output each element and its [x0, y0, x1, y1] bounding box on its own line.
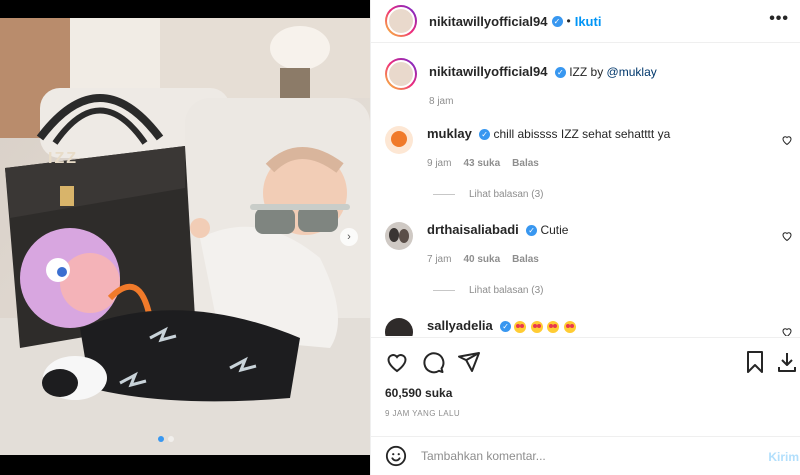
- view-replies-button[interactable]: Lihat balasan (3): [433, 285, 544, 296]
- separator-dot: •: [566, 14, 571, 28]
- emoji-reactions: [514, 319, 576, 333]
- verified-badge-icon: ✓: [526, 225, 538, 237]
- more-options-icon[interactable]: •••: [769, 10, 789, 28]
- comment-avatar[interactable]: [385, 222, 413, 250]
- post-photo[interactable]: IZZ: [0, 18, 370, 455]
- carousel-dot: [168, 436, 174, 442]
- heart-eyes-emoji-icon: [514, 320, 527, 333]
- reply-button[interactable]: Balas: [512, 252, 539, 268]
- comment-time: 9 jam: [427, 158, 452, 169]
- comment-likes[interactable]: 43 suka: [463, 156, 500, 172]
- post-side-panel: nikitawillyofficial94 ✓ • Ikuti ••• niki…: [370, 0, 800, 475]
- heart-eyes-emoji-icon: [547, 320, 560, 333]
- comment-avatar[interactable]: [385, 318, 413, 336]
- reply-button[interactable]: Balas: [512, 156, 539, 172]
- heart-eyes-emoji-icon: [530, 320, 543, 333]
- like-comment-icon[interactable]: [781, 230, 793, 242]
- caption-text: IZZ by: [569, 65, 604, 79]
- photo-illustration: [0, 18, 370, 455]
- carousel-dot-active: [158, 436, 164, 442]
- send-button[interactable]: Kirim: [768, 450, 799, 464]
- follow-button[interactable]: Ikuti: [575, 14, 602, 29]
- verified-badge-icon: ✓: [551, 15, 563, 27]
- likes-count[interactable]: 60,590 suka: [385, 386, 452, 400]
- author-avatar[interactable]: [385, 5, 417, 37]
- verified-badge-icon: ✓: [500, 321, 512, 333]
- bag-text: IZZ: [48, 150, 78, 167]
- comment-item: drthaisaliabadi ✓ Cutie 7 jam 40 suka Ba…: [385, 222, 795, 268]
- view-replies-label: Lihat balasan (3): [469, 189, 544, 200]
- like-icon[interactable]: [385, 350, 409, 374]
- post-viewer: IZZ › nikitawillyofficial94 ✓ • Ikuti ••…: [0, 0, 800, 475]
- caption-time: 8 jam: [429, 96, 454, 107]
- post-timestamp: 9 JAM YANG LALU: [385, 409, 461, 418]
- share-icon[interactable]: [457, 350, 481, 374]
- author-username[interactable]: nikitawillyofficial94: [429, 14, 548, 29]
- view-replies-label: Lihat balasan (3): [469, 285, 544, 296]
- comments-list: nikitawillyofficial94 ✓ IZZ by @muklay 8…: [371, 44, 800, 336]
- comment-input[interactable]: [421, 449, 741, 463]
- download-icon[interactable]: [775, 350, 799, 374]
- view-replies-button[interactable]: Lihat balasan (3): [433, 189, 544, 200]
- action-bar: [371, 337, 800, 385]
- heart-eyes-emoji-icon: [563, 320, 576, 333]
- comment-username[interactable]: muklay: [427, 126, 472, 141]
- caption: nikitawillyofficial94 ✓ IZZ by @muklay 8…: [385, 58, 795, 110]
- comment-item: muklay ✓ chill abissss IZZ sehat sehattt…: [385, 126, 795, 172]
- caption-mention[interactable]: @muklay: [607, 65, 657, 79]
- comment-likes[interactable]: 40 suka: [463, 252, 500, 268]
- comment-username[interactable]: sallyadelia: [427, 318, 493, 333]
- comment-item: sallyadelia ✓: [385, 318, 795, 336]
- caption-avatar[interactable]: [385, 58, 417, 90]
- comment-text: chill abissss IZZ sehat sehatttt ya: [493, 127, 671, 141]
- save-icon[interactable]: [743, 350, 767, 374]
- post-media: IZZ ›: [0, 0, 370, 475]
- comment-username[interactable]: drthaisaliabadi: [427, 222, 519, 237]
- post-header: nikitawillyofficial94 ✓ • Ikuti •••: [371, 0, 800, 43]
- caption-username[interactable]: nikitawillyofficial94: [429, 64, 548, 79]
- comment-composer: Kirim: [371, 436, 800, 475]
- verified-badge-icon: ✓: [479, 129, 491, 141]
- like-comment-icon[interactable]: [781, 134, 793, 146]
- like-comment-icon[interactable]: [781, 326, 793, 336]
- carousel-indicator: [158, 436, 174, 442]
- emoji-icon[interactable]: [385, 445, 407, 467]
- comment-text: Cutie: [540, 223, 569, 237]
- comment-avatar[interactable]: [385, 126, 413, 154]
- comment-time: 7 jam: [427, 254, 452, 265]
- next-slide-button[interactable]: ›: [340, 228, 358, 246]
- verified-badge-icon: ✓: [554, 67, 566, 79]
- comment-icon[interactable]: [421, 350, 445, 374]
